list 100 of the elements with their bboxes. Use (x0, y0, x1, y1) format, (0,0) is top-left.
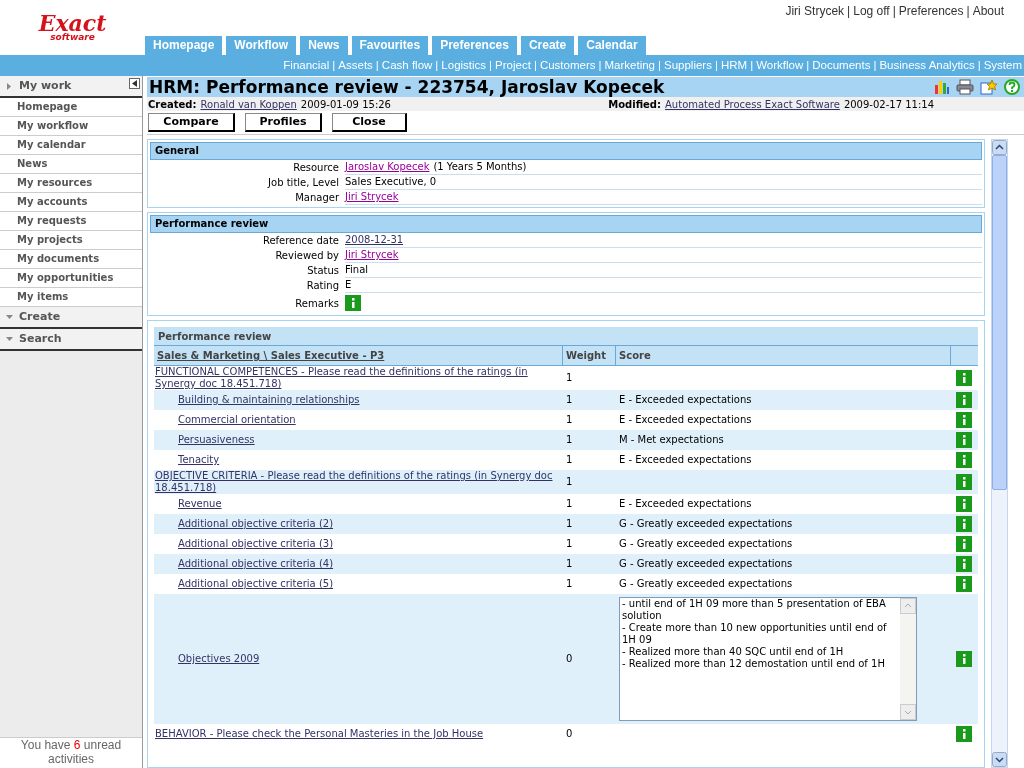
score-value: G - Greatly exceeded expectations (619, 578, 793, 589)
field-label: Rating (305, 278, 340, 293)
sidebar-section-header[interactable]: Search (0, 329, 142, 351)
info-icon[interactable] (956, 412, 972, 428)
created-date: 2009-01-09 15:26 (300, 97, 391, 112)
unread-activities-text: You have 6 unread activities (19, 738, 123, 766)
sidebar-item[interactable]: My requests (0, 212, 142, 231)
link-separator: | (374, 57, 380, 73)
scroll-up-icon[interactable] (992, 140, 1007, 155)
weight-value: 1 (565, 394, 574, 406)
scroll-thumb[interactable] (992, 155, 1007, 490)
info-icon[interactable] (956, 452, 972, 468)
criterion-link[interactable]: Building & maintaining relationships (178, 394, 360, 406)
info-icon[interactable] (956, 496, 972, 512)
weight-value: 1 (565, 538, 574, 550)
info-icon[interactable] (956, 516, 972, 532)
info-icon[interactable] (956, 576, 972, 592)
link-separator: | (434, 57, 440, 73)
sidebar-item[interactable]: My accounts (0, 193, 142, 212)
info-icon[interactable] (956, 392, 972, 408)
link-separator: | (749, 57, 755, 73)
criterion-link[interactable]: BEHAVIOR - Please check the Personal Masteries in the Job House (155, 728, 563, 740)
criterion-link[interactable]: OBJECTIVE CRITERIA - Please read the definitions of the ratings (in Synergy doc 18.451.718) (155, 470, 563, 494)
sidebar-item[interactable]: My projects (0, 231, 142, 250)
sidebar-item[interactable]: Homepage (0, 98, 142, 117)
link-separator: | (872, 57, 878, 73)
sidebar-item[interactable]: News (0, 155, 142, 174)
table-title: Performance review (154, 327, 978, 346)
field-label: Manager (294, 190, 340, 205)
field-label: Reference date (261, 233, 340, 248)
header-link[interactable]: Preferences (898, 2, 964, 20)
info-icon[interactable] (956, 536, 972, 552)
scrollbar[interactable] (991, 139, 1008, 768)
modified-date: 2009-02-17 11:14 (843, 97, 934, 112)
score-value: E - Exceeded expectations (619, 498, 752, 509)
info-icon[interactable] (956, 474, 972, 490)
link-separator: | (657, 57, 662, 73)
criterion-link[interactable]: Objectives 2009 (178, 653, 260, 665)
modifier-link[interactable]: Automated Process Exact Software (665, 96, 840, 112)
section-header: Performance review (150, 215, 982, 233)
criterion-link[interactable]: FUNCTIONAL COMPETENCES - Please read the definitions of the ratings (in Synergy doc 18.451.718) (155, 366, 563, 390)
link-separator: | (805, 57, 811, 73)
sidebar-section-header[interactable]: My work (0, 76, 142, 98)
sidebar-item[interactable]: My resources (0, 174, 142, 193)
creator-link[interactable]: Ronald van Koppen (200, 96, 297, 112)
created-label: Created: (147, 97, 197, 112)
info-icon[interactable] (956, 556, 972, 572)
score-value: E - Exceeded expectations (619, 414, 752, 425)
criterion-link[interactable]: Revenue (178, 498, 222, 510)
criterion-link[interactable]: Commercial orientation (178, 414, 296, 426)
down-triangle-icon (6, 335, 13, 343)
info-icon[interactable] (956, 726, 972, 742)
info-icon[interactable] (956, 370, 972, 386)
link-separator: | (532, 57, 538, 73)
section-header: General (150, 142, 982, 160)
weight-value: 1 (565, 558, 574, 570)
weight-value: 0 (565, 653, 574, 665)
score-value: M - Met expectations (619, 434, 724, 445)
criterion-link[interactable]: Additional objective criteria (2) (178, 518, 334, 530)
field-label: Resource (292, 160, 340, 175)
sidebar-item[interactable]: My calendar (0, 136, 142, 155)
field-label: Reviewed by (274, 248, 340, 263)
collapse-sidebar-button[interactable] (129, 78, 140, 89)
criterion-link[interactable]: Tenacity (178, 454, 220, 466)
sidebar-item[interactable]: My opportunities (0, 269, 142, 288)
criterion-link[interactable]: Additional objective criteria (3) (178, 538, 334, 550)
link-separator: | (488, 57, 494, 73)
criterion-link[interactable]: Additional objective criteria (4) (178, 558, 334, 570)
action-button[interactable]: Compare (148, 113, 235, 132)
sidebar-item[interactable]: My workflow (0, 117, 142, 136)
chart-icon[interactable] (934, 79, 950, 95)
header-link[interactable]: About (972, 2, 1004, 20)
sidebar-section-header[interactable]: Create (0, 307, 142, 329)
link-separator: | (846, 3, 852, 20)
link-separator: | (891, 3, 897, 20)
field-link[interactable]: 2008-12-31 (345, 233, 404, 247)
header-link[interactable]: Log off (853, 2, 890, 20)
down-triangle-icon (6, 313, 13, 321)
action-button[interactable]: Close (332, 113, 407, 132)
help-icon[interactable] (1004, 79, 1020, 95)
right-triangle-icon (6, 82, 13, 90)
print-icon[interactable] (956, 79, 974, 95)
info-icon[interactable] (956, 432, 972, 448)
criterion-link[interactable]: Persuasiveness (178, 434, 255, 446)
criterion-link[interactable]: Additional objective criteria (5) (178, 578, 334, 590)
modified-label: Modified: (608, 97, 662, 112)
scroll-down-icon[interactable] (992, 752, 1007, 767)
action-button[interactable]: Profiles (245, 113, 322, 132)
field-link[interactable]: Jiri Strycek (345, 190, 399, 204)
score-value: G - Greatly exceeded expectations (619, 518, 793, 529)
link-separator: | (331, 57, 337, 73)
header-link[interactable]: Jiri Strycek (785, 2, 845, 20)
info-icon[interactable] (345, 295, 361, 311)
field-link[interactable]: Jaroslav Kopecek (345, 160, 430, 174)
field-link[interactable]: Jiri Strycek (345, 248, 399, 262)
sidebar-item[interactable]: My documents (0, 250, 142, 269)
weight-value: 1 (565, 454, 574, 466)
favourite-star-icon[interactable] (980, 79, 998, 95)
info-icon[interactable] (956, 651, 972, 667)
score-value: E - Exceeded expectations (619, 394, 752, 405)
